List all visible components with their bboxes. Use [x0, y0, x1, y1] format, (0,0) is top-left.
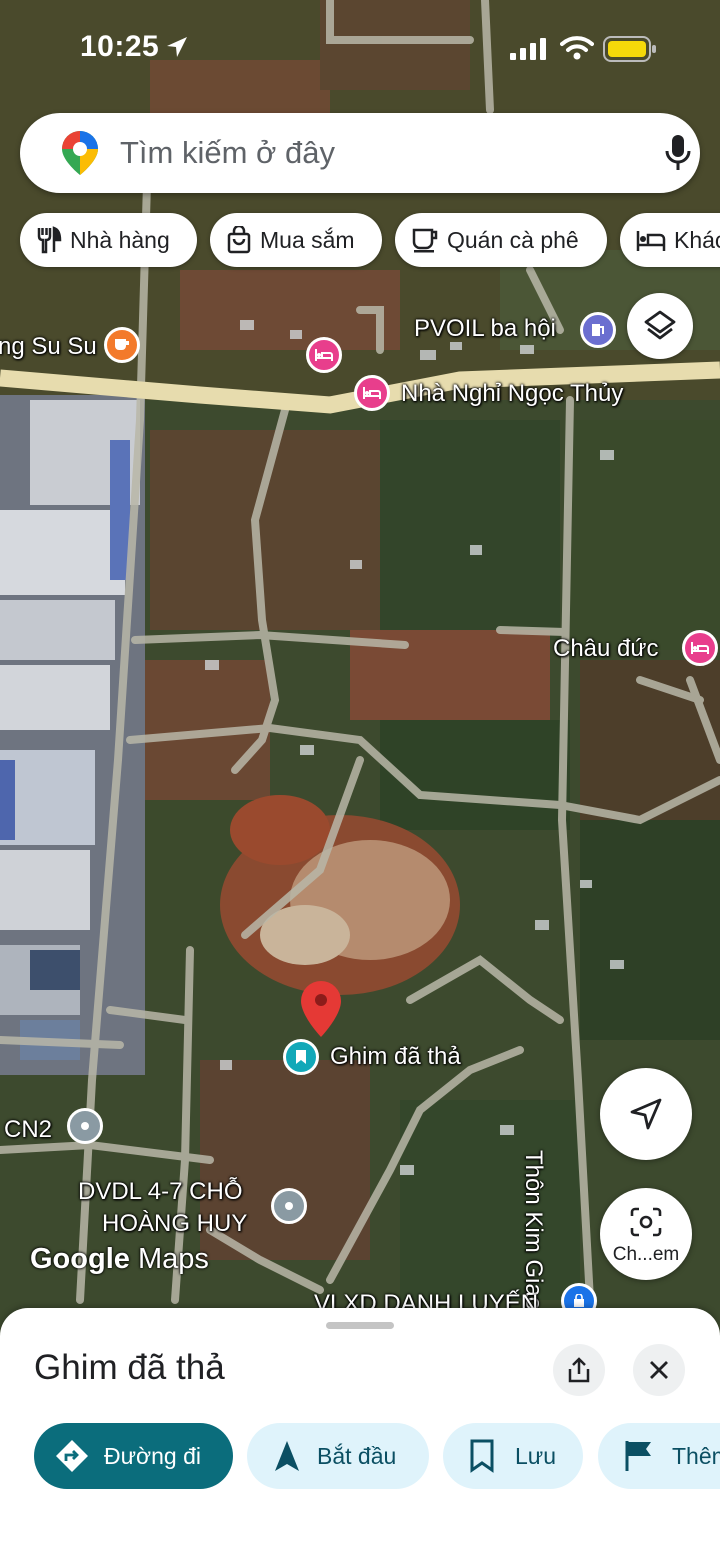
map-label-dropped-pin[interactable]: Ghim đã thả [330, 1043, 461, 1071]
navigation-arrow-icon [275, 1441, 299, 1471]
shopping-bag-icon [227, 226, 251, 254]
map-label-hotel[interactable]: Châu đức [553, 635, 658, 663]
chip-label: Nhà hàng [70, 226, 170, 253]
action-label: Đường đi [104, 1442, 201, 1469]
logo-product: Maps [137, 1243, 209, 1275]
close-button[interactable] [633, 1344, 685, 1396]
status-time: 10:25 [80, 30, 160, 63]
map-label-cafe[interactable]: ng Su Su [0, 333, 97, 361]
start-button[interactable]: Bắt đầu [247, 1423, 429, 1489]
map-label-hotel[interactable]: Nhà Nghỉ Ngọc Thủy [401, 380, 623, 408]
chip-label: Quán cà phê [447, 226, 579, 253]
google-maps-logo: Google Maps [30, 1243, 209, 1276]
status-bar: 10:25 [0, 0, 720, 100]
action-label: Lưu [515, 1442, 556, 1469]
layers-button[interactable] [627, 293, 693, 359]
restaurant-icon [37, 226, 62, 254]
chip-restaurants[interactable]: Nhà hàng [20, 213, 197, 267]
gas-station-pin-icon[interactable] [580, 312, 616, 348]
my-location-button[interactable] [600, 1068, 692, 1160]
battery-icon [603, 36, 656, 62]
map-label-pvoil[interactable]: PVOIL ba hội [414, 315, 556, 343]
map-label-dvdl[interactable]: DVDL 4-7 CHỖ [78, 1178, 242, 1206]
search-bar[interactable]: Tìm kiếm ở đây [20, 113, 700, 193]
coffee-cup-icon [412, 228, 438, 253]
close-icon [650, 1361, 668, 1379]
cafe-pin-icon[interactable] [104, 327, 140, 363]
place-pin-icon[interactable] [67, 1108, 103, 1144]
camera-lens-icon [630, 1207, 662, 1237]
map-label-cn2[interactable]: CN2 [4, 1116, 52, 1144]
chip-label: Khác [674, 226, 720, 253]
action-label: Thêm [672, 1442, 720, 1469]
place-bottom-sheet[interactable]: Ghim đã thả Đường đi Bắt đầu Lưu Thê [0, 1308, 720, 1560]
cellular-signal-icon [510, 38, 546, 60]
wifi-icon [560, 36, 594, 60]
microphone-icon[interactable] [662, 133, 694, 173]
hotel-pin-icon[interactable] [682, 630, 718, 666]
share-icon [568, 1357, 590, 1383]
hotel-pin-icon[interactable] [306, 337, 342, 373]
location-arrow-icon [167, 37, 187, 57]
bookmark-icon [470, 1439, 494, 1473]
map-label-road: Thôn Kim Giao [520, 1150, 547, 1311]
action-label: Bắt đầu [317, 1442, 397, 1469]
google-maps-pin-icon [62, 131, 98, 175]
drag-handle[interactable] [326, 1322, 394, 1329]
lens-search-button[interactable]: Ch...em [600, 1188, 692, 1280]
saved-place-pin-icon[interactable] [283, 1039, 319, 1075]
place-title: Ghim đã thả [34, 1348, 225, 1387]
share-button[interactable] [553, 1344, 605, 1396]
bed-icon [636, 231, 666, 251]
navigation-arrow-icon [630, 1098, 662, 1130]
logo-brand: Google [30, 1243, 130, 1275]
search-input[interactable]: Tìm kiếm ở đây [120, 135, 335, 171]
directions-button[interactable]: Đường đi [34, 1423, 233, 1489]
chip-coffee[interactable]: Quán cà phê [395, 213, 607, 267]
chip-label: Mua sắm [260, 226, 355, 253]
place-pin-icon[interactable] [271, 1188, 307, 1224]
chip-shopping[interactable]: Mua sắm [210, 213, 382, 267]
save-button[interactable]: Lưu [443, 1423, 583, 1489]
more-button[interactable]: Thêm [598, 1423, 720, 1489]
hotel-pin-icon[interactable] [354, 375, 390, 411]
dropped-pin-icon[interactable] [300, 980, 342, 1038]
directions-icon [56, 1440, 88, 1472]
layers-icon [644, 310, 676, 340]
chip-hotels[interactable]: Khác [620, 213, 720, 267]
lens-label: Ch...em [612, 1244, 680, 1265]
map-label-dvdl[interactable]: HOÀNG HUY [102, 1210, 247, 1238]
flag-icon [625, 1441, 651, 1471]
